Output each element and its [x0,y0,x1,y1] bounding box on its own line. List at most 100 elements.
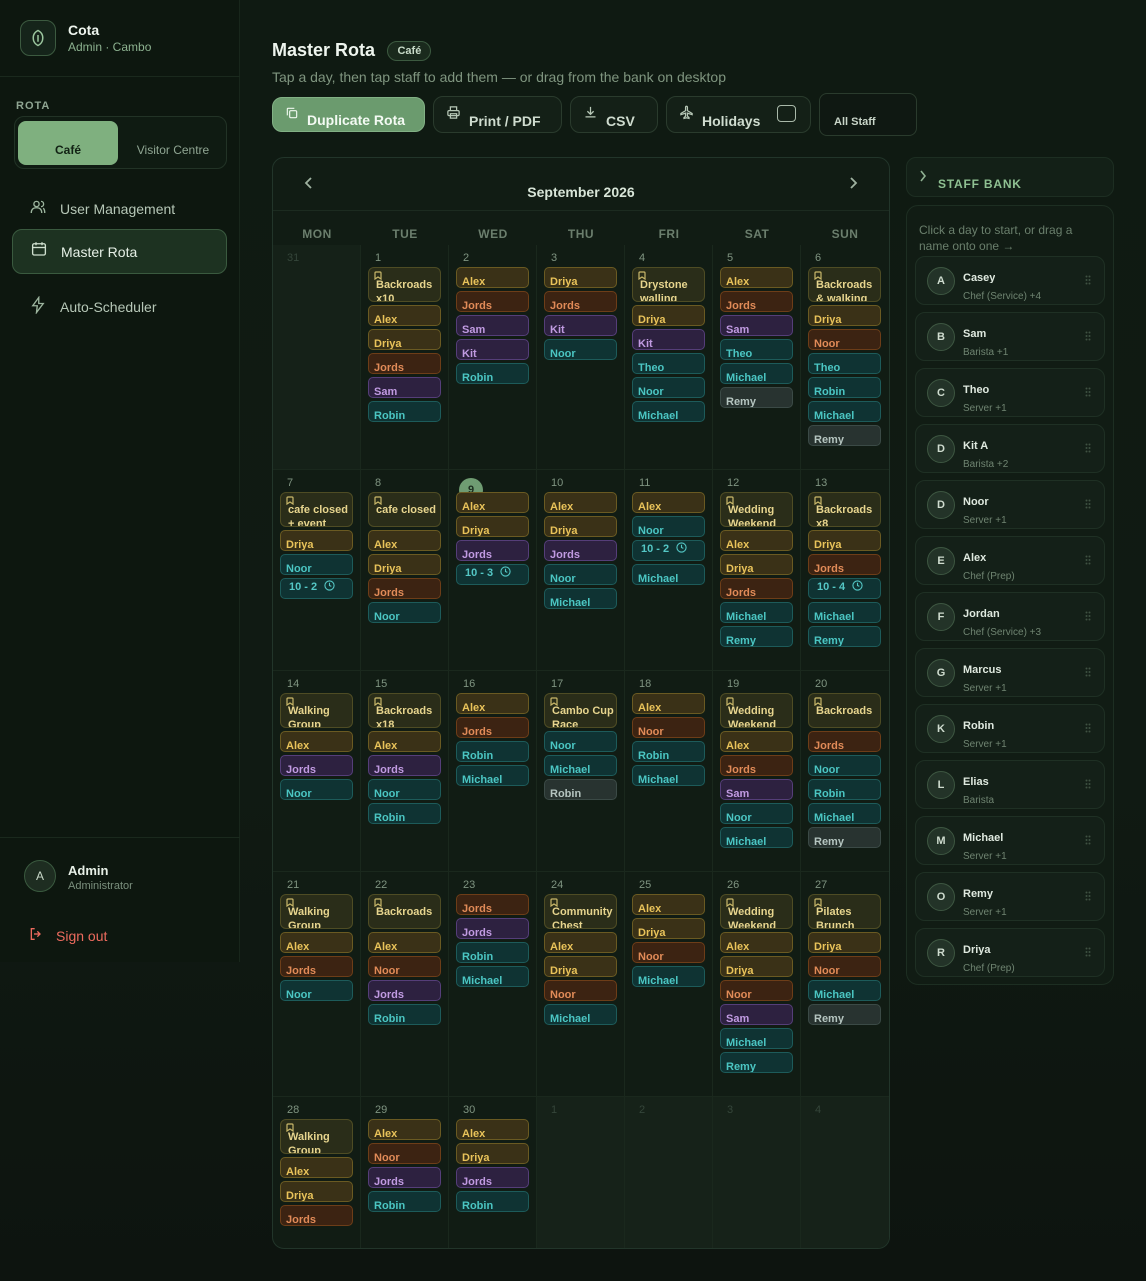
calendar-event[interactable]: Drystone walling [632,267,705,302]
calendar-day[interactable]: 16 Alex Jords Robin Michael [449,671,537,872]
staff-shift-chip[interactable]: Driya [544,516,617,537]
staff-card[interactable]: O Remy Server +1 [915,872,1105,921]
calendar-day[interactable]: 1 Backroads x10 Alex Driya Jords Sam Robin [361,245,449,470]
calendar-day[interactable]: 21 Walking Group Alex Jords Noor [273,872,361,1097]
calendar-event[interactable]: cafe closed + event [280,492,353,527]
staff-shift-chip[interactable]: Jords [720,291,793,312]
staff-shift-chip[interactable]: Driya [456,1143,529,1164]
staff-shift-chip[interactable]: Jords [280,1205,353,1226]
drag-handle-icon[interactable] [1085,667,1091,680]
staff-shift-chip[interactable]: Jords [456,291,529,312]
staff-shift-chip[interactable]: Jords [544,540,617,561]
staff-shift-chip[interactable]: Jords [368,980,441,1001]
rota-option-cafe[interactable]: Café [18,121,118,165]
holidays-button[interactable]: Holidays [666,96,811,133]
staff-shift-chip[interactable]: Alex [456,267,529,288]
staff-shift-chip[interactable]: Jords [368,353,441,374]
staff-shift-chip[interactable]: Michael [808,602,881,623]
staff-shift-chip[interactable]: Noor [280,554,353,575]
staff-shift-chip[interactable]: Remy [720,1052,793,1073]
staff-shift-chip[interactable]: Driya [720,554,793,575]
staff-shift-chip[interactable]: Driya [544,267,617,288]
calendar-day[interactable]: 20 Backroads Jords Noor Robin Michael Remy [801,671,889,872]
shift-time-chip[interactable]: 10 - 2 [632,540,705,561]
staff-shift-chip[interactable]: Kit [632,329,705,350]
calendar-day[interactable]: 6 Backroads & walking Driya Noor Theo Robin Mi… [801,245,889,470]
calendar-event[interactable]: Community Chest [544,894,617,929]
staff-shift-chip[interactable]: Alex [632,492,705,513]
staff-shift-chip[interactable]: Noor [368,602,441,623]
staff-shift-chip[interactable]: Remy [808,1004,881,1025]
staff-card[interactable]: M Michael Server +1 [915,816,1105,865]
staff-shift-chip[interactable]: Jords [368,755,441,776]
staff-shift-chip[interactable]: Alex [720,932,793,953]
nav-user-management[interactable]: User Management [12,187,227,231]
staff-shift-chip[interactable]: Alex [280,1157,353,1178]
drag-handle-icon[interactable] [1085,611,1091,624]
calendar-day[interactable]: 13 Backroads x8 Driya Jords 10 - 4 Michael Rem… [801,470,889,671]
staff-shift-chip[interactable]: Theo [632,353,705,374]
calendar-day[interactable]: 30 Alex Driya Jords Robin [449,1097,537,1248]
staff-shift-chip[interactable]: Michael [544,755,617,776]
staff-shift-chip[interactable]: Jords [544,291,617,312]
staff-shift-chip[interactable]: Jords [808,554,881,575]
nav-master-rota[interactable]: Master Rota [12,229,227,274]
staff-shift-chip[interactable]: Michael [632,966,705,987]
staff-shift-chip[interactable]: Michael [808,980,881,1001]
staff-shift-chip[interactable]: Robin [368,803,441,824]
calendar-event[interactable]: Backroads x18 [368,693,441,728]
staff-shift-chip[interactable]: Noor [544,564,617,585]
calendar-day[interactable]: 7 cafe closed + event Driya Noor 10 - 2 [273,470,361,671]
staff-shift-chip[interactable]: Michael [456,966,529,987]
staff-shift-chip[interactable]: Michael [808,803,881,824]
calendar-day[interactable]: 5 Alex Jords Sam Theo Michael Remy [713,245,801,470]
staff-shift-chip[interactable]: Driya [808,932,881,953]
staff-shift-chip[interactable]: Noor [544,731,617,752]
calendar-event[interactable]: Walking Group [280,1119,353,1154]
staff-card[interactable]: E Alex Chef (Prep) [915,536,1105,585]
staff-shift-chip[interactable]: Theo [720,339,793,360]
calendar-day[interactable]: 4 Drystone walling Driya Kit Theo Noor Michael [625,245,713,470]
duplicate-rota-button[interactable]: Duplicate Rota [272,97,425,132]
staff-shift-chip[interactable]: Jords [456,894,529,915]
staff-shift-chip[interactable]: Driya [544,956,617,977]
next-month-button[interactable] [843,176,863,192]
staff-card[interactable]: A Casey Chef (Service) +4 [915,256,1105,305]
drag-handle-icon[interactable] [1085,443,1091,456]
calendar-event[interactable]: cafe closed [368,492,441,527]
staff-shift-chip[interactable]: Alex [720,530,793,551]
calendar-day[interactable]: 8 cafe closed Alex Driya Jords Noor [361,470,449,671]
staff-shift-chip[interactable]: Alex [720,267,793,288]
calendar-event[interactable]: Pilates Brunch [808,894,881,929]
staff-shift-chip[interactable]: Noor [632,516,705,537]
staff-shift-chip[interactable]: Noor [544,980,617,1001]
calendar-event[interactable]: Wedding Weekend [720,894,793,929]
staff-shift-chip[interactable]: Noor [368,956,441,977]
staff-shift-chip[interactable]: Remy [808,425,881,446]
calendar-day[interactable]: 15 Backroads x18 Alex Jords Noor Robin [361,671,449,872]
shift-time-chip[interactable]: 10 - 2 [280,578,353,599]
staff-shift-chip[interactable]: Alex [280,731,353,752]
staff-shift-chip[interactable]: Michael [720,602,793,623]
staff-shift-chip[interactable]: Jords [808,731,881,752]
calendar-day[interactable]: 28 Walking Group Alex Driya Jords [273,1097,361,1248]
staff-shift-chip[interactable]: Driya [456,516,529,537]
calendar-day[interactable]: 2 Alex Jords Sam Kit Robin [449,245,537,470]
staff-shift-chip[interactable]: Jords [720,578,793,599]
staff-shift-chip[interactable]: Noor [720,803,793,824]
staff-shift-chip[interactable]: Theo [808,353,881,374]
drag-handle-icon[interactable] [1085,387,1091,400]
calendar-event[interactable]: Backroads x10 [368,267,441,302]
staff-shift-chip[interactable]: Michael [632,765,705,786]
staff-shift-chip[interactable]: Alex [456,492,529,513]
calendar-day[interactable]: 27 Pilates Brunch Driya Noor Michael Remy [801,872,889,1097]
staff-shift-chip[interactable]: Noor [368,1143,441,1164]
staff-shift-chip[interactable]: Jords [720,755,793,776]
calendar-day[interactable]: 14 Walking Group Alex Jords Noor [273,671,361,872]
staff-shift-chip[interactable]: Alex [368,932,441,953]
staff-shift-chip[interactable]: Noor [720,980,793,1001]
staff-shift-chip[interactable]: Jords [456,918,529,939]
staff-shift-chip[interactable]: Robin [368,401,441,422]
drag-handle-icon[interactable] [1085,779,1091,792]
staff-shift-chip[interactable]: Alex [632,693,705,714]
